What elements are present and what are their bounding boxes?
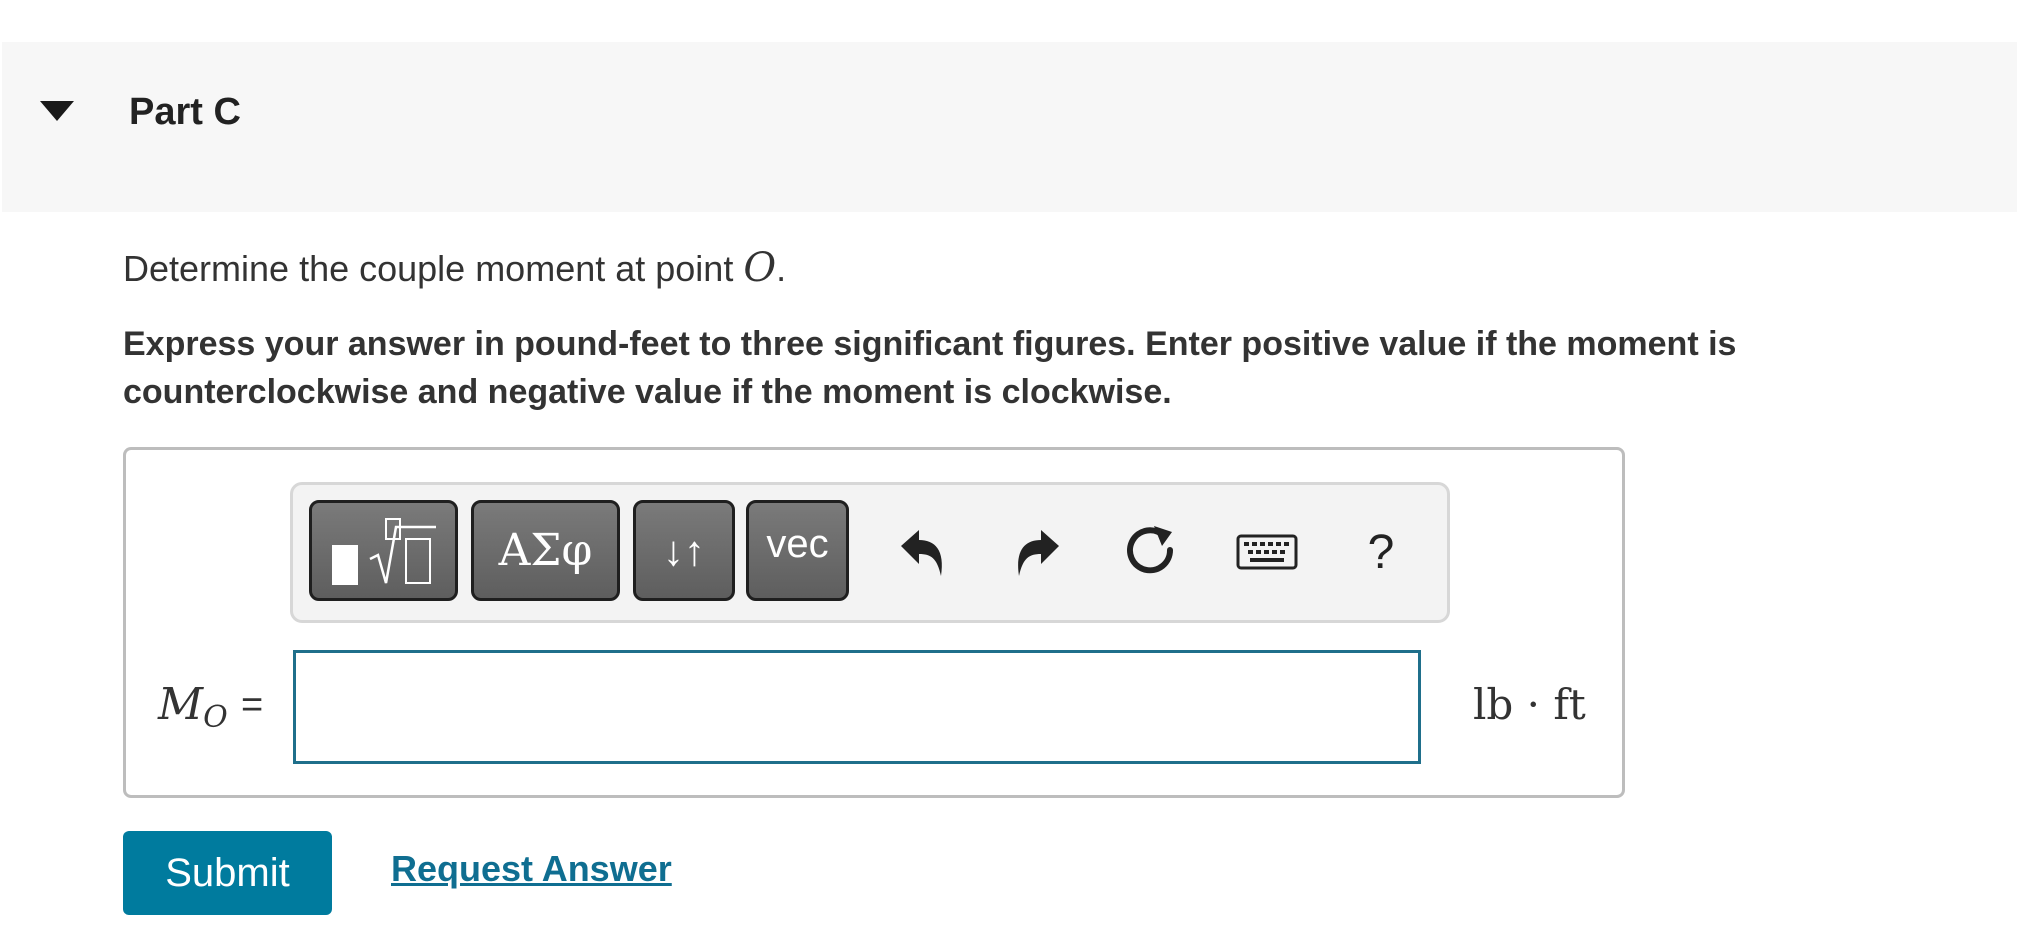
templates-button[interactable]	[309, 500, 458, 601]
reset-arrow-glyph	[1127, 526, 1174, 574]
help-icon[interactable]: ?	[1346, 517, 1416, 587]
answer-variable-subscript: O	[203, 700, 228, 735]
equals-sign: =	[241, 684, 264, 726]
templates-icon	[331, 517, 436, 585]
vector-button[interactable]: vec	[746, 500, 849, 601]
question-text: Determine the couple moment at point O.	[123, 244, 786, 293]
redo-icon[interactable]	[1002, 517, 1072, 587]
unit-label: lb · ft	[1473, 680, 1586, 729]
request-answer-link[interactable]: Request Answer	[391, 848, 672, 890]
redo-arrow-glyph	[1018, 530, 1059, 576]
undo-arrow-glyph	[901, 530, 942, 576]
keyboard-glyph	[1236, 534, 1298, 570]
answer-variable-label: MO	[158, 677, 228, 746]
answer-variable: M	[158, 679, 204, 730]
part-header	[2, 42, 2017, 212]
collapse-caret-icon[interactable]	[40, 101, 74, 121]
part-title: Part C	[129, 91, 241, 133]
greek-symbols-button[interactable]: ΑΣφ	[471, 500, 620, 601]
undo-icon[interactable]	[888, 517, 958, 587]
subscript-superscript-button[interactable]: ↓↑	[633, 500, 735, 601]
answer-input[interactable]	[293, 650, 1421, 764]
point-variable: O	[743, 245, 777, 291]
submit-button[interactable]: Submit	[123, 831, 332, 915]
question-text-before: Determine the couple moment at point	[123, 248, 744, 289]
reset-icon[interactable]	[1117, 517, 1187, 587]
question-text-after: .	[776, 248, 787, 289]
answer-instruction: Express your answer in pound-feet to thr…	[123, 325, 1737, 411]
keyboard-icon[interactable]	[1232, 517, 1302, 587]
